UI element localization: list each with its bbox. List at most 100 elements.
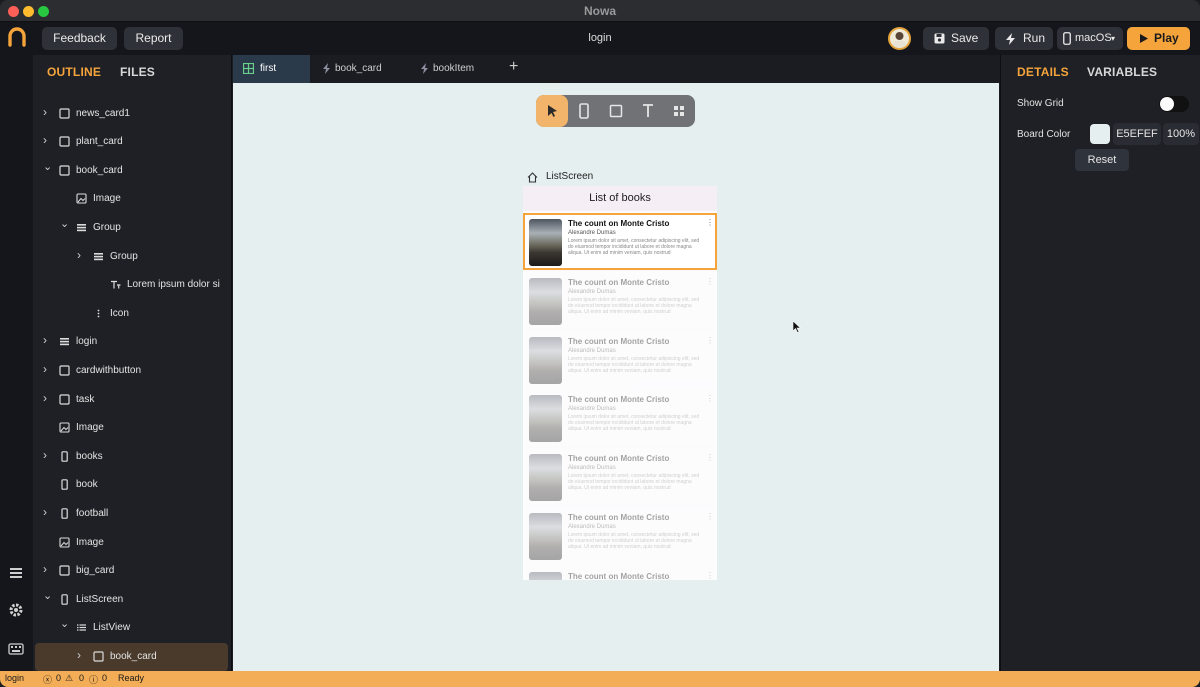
outline-item[interactable]: ⌄ Group [33,214,231,242]
outline-item-label: task [76,393,95,405]
tab-outline[interactable]: OUTLINE [47,65,101,79]
outline-item[interactable]: › login [33,328,231,356]
text-icon [643,104,653,117]
book-card[interactable]: The count on Monte Cristo Alexandre Dumas… [523,507,717,564]
outline-panel-tabs: OUTLINE FILES [33,55,231,87]
device-tool[interactable] [568,95,600,127]
info-count[interactable]: 0 [102,673,107,683]
chevron-down-icon[interactable]: ⌄ [60,619,69,630]
chevron-right-icon[interactable]: › [43,334,51,346]
error-count[interactable]: 0 [56,673,61,683]
chevron-down-icon[interactable]: ⌄ [60,218,69,229]
user-avatar[interactable] [888,27,911,50]
outline-item[interactable]: Image [33,185,231,213]
book-card[interactable]: The count on Monte Cristo Alexandre Dumas… [523,271,717,329]
outline-item[interactable]: ⌄ ListScreen [33,586,231,614]
outline-item[interactable]: › football [33,500,231,528]
chevron-right-icon[interactable]: › [77,249,85,261]
more-vertical-icon [97,309,100,318]
board-color-opacity-input[interactable]: 100% [1163,123,1199,145]
outline-item-label: book [76,479,98,491]
book-description: Lorem ipsum dolor sit amet, consectetur … [568,414,700,433]
container-tool[interactable] [600,95,632,127]
chevron-right-icon[interactable]: › [43,563,51,575]
warning-icon: ⚠ [65,673,74,683]
chevron-down-icon[interactable]: ⌄ [43,161,52,172]
status-bar: login ⓧ 0 ⚠ 0 ⓘ 0 Ready [0,671,1200,687]
outline-item[interactable]: › book_card [35,642,228,671]
book-card[interactable]: The count on Monte Cristo Alexandre Dumas… [523,389,717,447]
tab-book-card[interactable]: book_card [312,55,408,83]
book-author: Alexandre Dumas [568,347,616,354]
list-screen-frame[interactable]: List of books The count on Monte Cristo A… [523,186,717,580]
outline-item-label: Image [76,536,104,548]
design-canvas[interactable]: ListScreen List of books The count on Mo… [233,83,999,671]
more-vertical-icon: ⋮ [706,512,714,521]
book-card[interactable]: The count on Monte Cristo ⋮ [523,565,717,580]
book-description: Lorem ipsum dolor sit amet, consectetur … [568,355,700,374]
outline-item[interactable]: › plant_card [33,128,231,156]
tab-files[interactable]: FILES [120,65,155,79]
outline-item[interactable]: Icon [33,300,231,328]
save-label: Save [951,31,979,45]
chevron-right-icon[interactable]: › [43,363,51,375]
outline-item[interactable]: › cardwithbutton [33,357,231,385]
chevron-right-icon[interactable]: › [43,134,51,146]
phone-icon [61,450,68,462]
app-bar-title[interactable]: List of books [523,186,717,211]
tab-first[interactable]: first [233,55,310,83]
outline-item[interactable]: Lorem ipsum dolor si [33,271,231,299]
book-card[interactable]: The count on Monte Cristo Alexandre Dumas… [523,330,717,388]
chevron-right-icon[interactable]: › [43,506,51,518]
tab-details[interactable]: DETAILS [1017,65,1069,79]
outline-item[interactable]: › books [33,443,231,471]
feedback-button[interactable]: Feedback [42,27,117,50]
show-grid-toggle[interactable] [1159,96,1189,112]
screen-name-label[interactable]: ListScreen [546,171,593,182]
book-description: Lorem ipsum dolor sit amet, consectetur … [568,532,700,550]
reset-button[interactable]: Reset [1075,149,1129,171]
book-card[interactable]: The count on Monte Cristo Alexandre Dumas… [523,448,717,506]
warning-count[interactable]: 0 [79,673,84,683]
outline-item[interactable]: ⌄ book_card [33,157,231,185]
text-tool[interactable] [632,95,664,127]
chevron-right-icon[interactable]: › [77,649,85,661]
outline-item[interactable]: › big_card [33,557,231,585]
book-cover-image [529,513,562,560]
outline-item[interactable]: book [33,471,231,499]
phone-icon [61,593,68,605]
select-tool[interactable] [536,95,568,127]
rows-icon [60,338,69,346]
plus-icon: + [509,58,519,75]
error-icon: ⓧ [43,675,53,685]
save-button[interactable]: Save [923,27,989,50]
components-tool[interactable] [663,95,695,127]
chevron-right-icon[interactable]: › [43,449,51,461]
add-tab-button[interactable]: + [505,55,527,83]
more-vertical-icon: ⋮ [706,218,714,227]
bolt-icon [323,63,330,74]
run-button[interactable]: Run [995,27,1053,50]
chevron-down-icon[interactable]: ⌄ [43,590,52,601]
outline-item[interactable]: › news_card1 [33,100,231,128]
chevron-right-icon[interactable]: › [43,106,51,118]
status-file[interactable]: login [5,673,24,683]
outline-item[interactable]: Image [33,529,231,557]
book-card[interactable]: The count on Monte Cristo Alexandre Dumas… [523,213,717,270]
board-color-hex-input[interactable]: E5EFEF [1113,123,1161,145]
play-button[interactable]: Play [1127,27,1190,50]
layers-icon[interactable] [8,565,24,581]
gear-icon[interactable] [8,602,24,618]
outline-item[interactable]: › Group [33,243,231,271]
tab-variables[interactable]: VARIABLES [1087,65,1157,79]
outline-item[interactable]: Image [33,414,231,442]
tab-bookitem[interactable]: bookItem [410,55,502,83]
outline-item[interactable]: ⌄ ListView [33,614,231,642]
keyboard-icon[interactable] [8,641,24,657]
chevron-right-icon[interactable]: › [43,392,51,404]
board-color-swatch[interactable] [1090,124,1110,144]
outline-item-label: news_card1 [76,107,130,119]
platform-select[interactable]: macOS ▾ [1057,27,1123,50]
report-button[interactable]: Report [124,27,183,50]
outline-item[interactable]: › task [33,386,231,414]
